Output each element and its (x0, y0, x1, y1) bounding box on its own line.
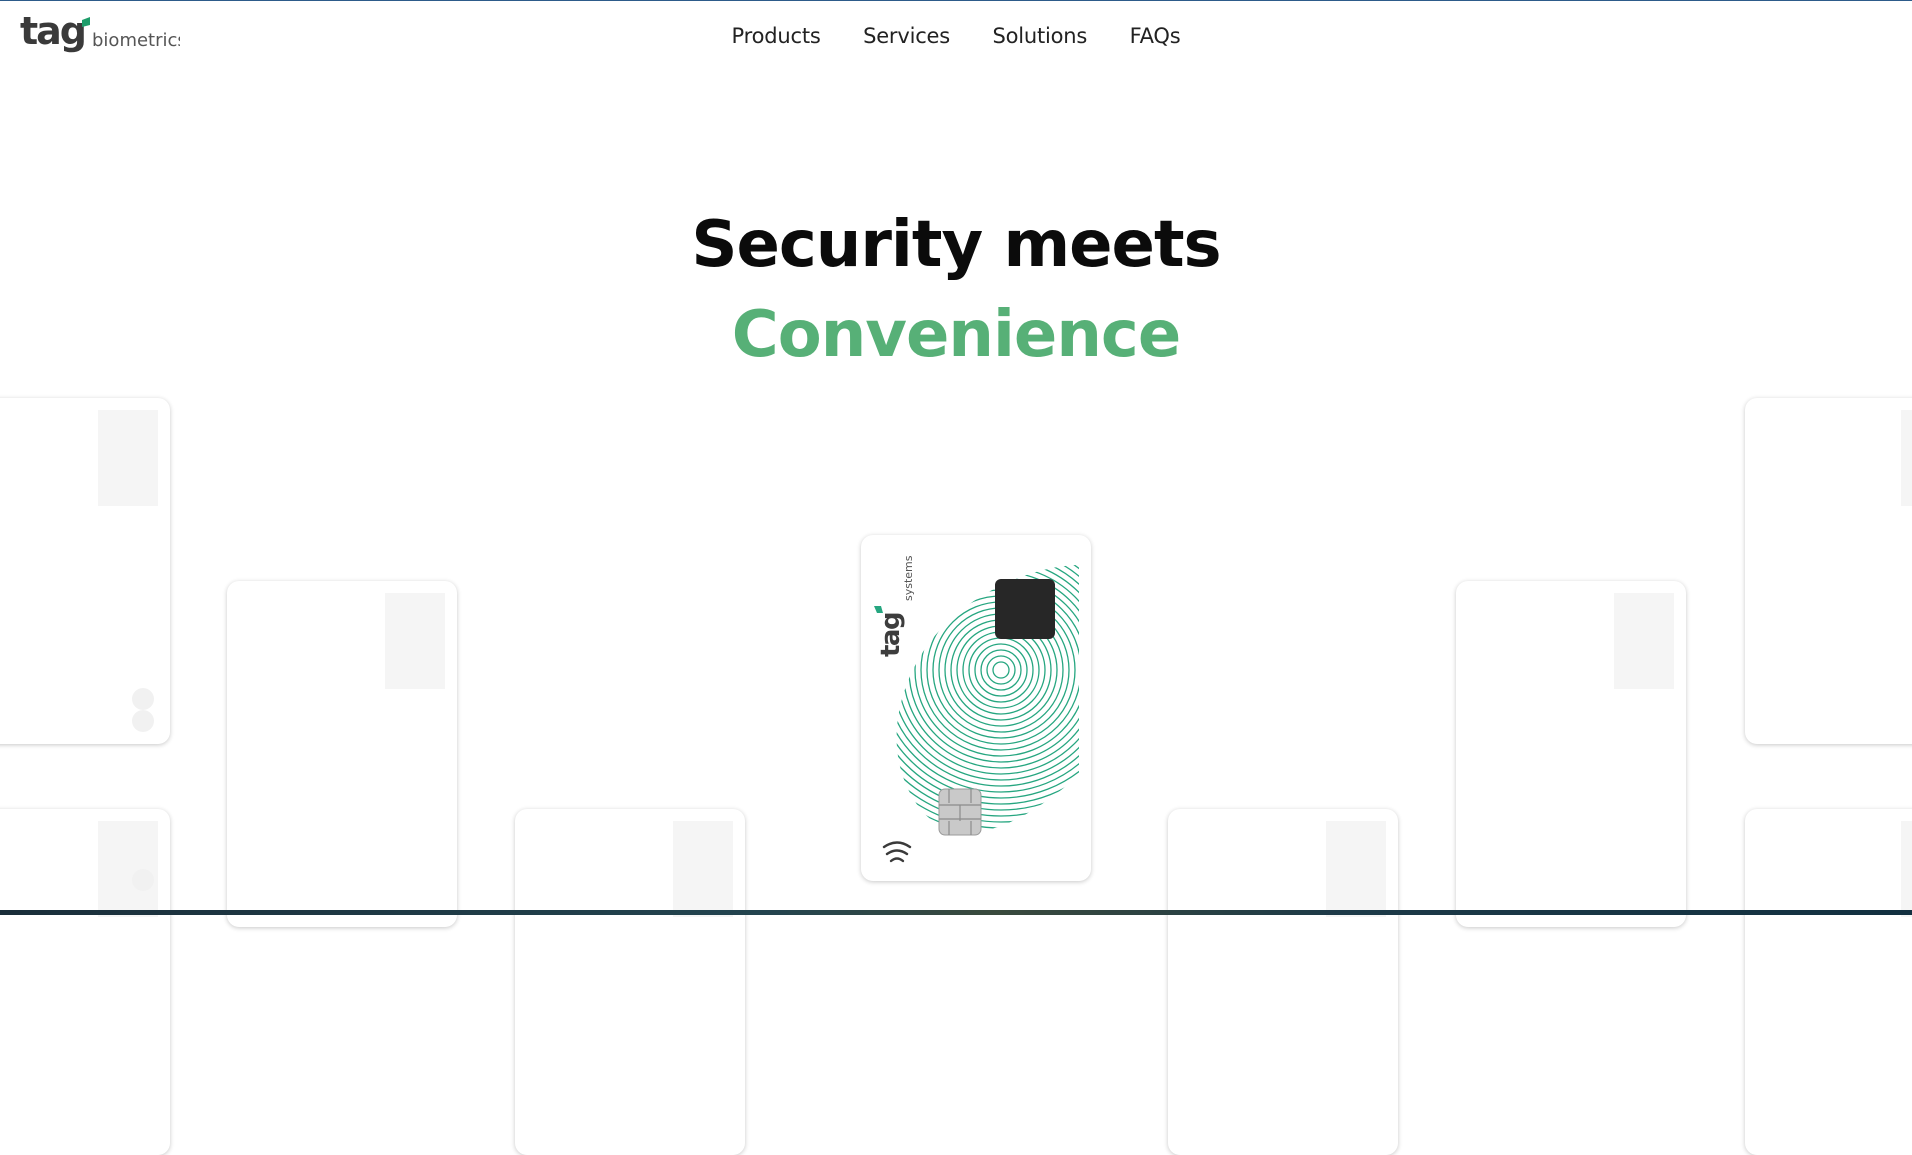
card-slot (1614, 593, 1674, 689)
svg-text:systems: systems (902, 555, 915, 601)
nav-solutions[interactable]: Solutions (992, 24, 1087, 48)
ghost-card (1745, 398, 1912, 744)
fingerprint-pattern-icon: tag systems (874, 555, 1079, 863)
ghost-card (1168, 809, 1398, 1155)
ghost-card (1745, 809, 1912, 1155)
fingerprint-sensor-icon (995, 579, 1055, 639)
card-dot (132, 688, 158, 732)
nav-products[interactable]: Products (732, 24, 821, 48)
card-slot (1901, 821, 1912, 917)
card-slot (673, 821, 733, 917)
ghost-card (227, 581, 457, 927)
card-slot (98, 410, 158, 506)
card-brand: tag systems (874, 555, 915, 657)
hero-title: Security meets (691, 208, 1221, 282)
card-dot (132, 869, 158, 913)
main-nav: Products Services Solutions FAQs (0, 24, 1912, 48)
card-slot (1901, 410, 1912, 506)
contactless-icon (882, 841, 912, 863)
ghost-card (0, 809, 170, 1155)
ghost-card (515, 809, 745, 1155)
top-border (0, 0, 1912, 1)
hero: Security meets Convenience (0, 200, 1912, 380)
bottom-edge (0, 910, 1912, 915)
featured-card[interactable]: tag systems (861, 535, 1091, 881)
nav-faqs[interactable]: FAQs (1130, 24, 1181, 48)
card-slot (385, 593, 445, 689)
ghost-card (0, 398, 170, 744)
svg-text:tag: tag (876, 613, 906, 657)
nav-services[interactable]: Services (863, 24, 950, 48)
ghost-card (1456, 581, 1686, 927)
card-slot (1326, 821, 1386, 917)
hero-subtitle: Convenience (731, 298, 1181, 372)
chip-icon (938, 788, 982, 836)
